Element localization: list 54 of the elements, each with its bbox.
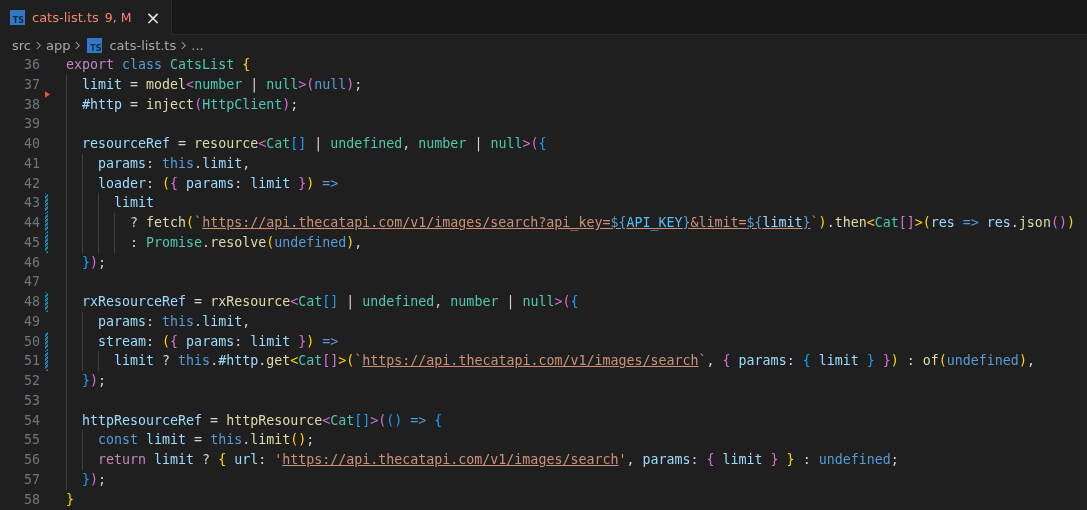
- line-number: 58: [23, 490, 40, 509]
- line-number: 38: [23, 95, 40, 114]
- code-line: return limit ? { url: 'https://api.thecatapi.com/v1/images/search', params: { limit } } : undefined;: [97, 452, 899, 467]
- breadcrumb-item[interactable]: src: [12, 37, 31, 53]
- line-number: 54: [23, 411, 40, 430]
- line-number: 50: [23, 332, 40, 351]
- line-number: 52: [23, 372, 40, 390]
- chevron-icon: [180, 39, 188, 51]
- code-line: params: this.limit,: [97, 313, 251, 329]
- code-line: : Promise.resolve(undefined),: [129, 234, 363, 250]
- line-number: 39: [23, 115, 40, 134]
- line-number: 46: [23, 253, 40, 272]
- line-number: 48: [23, 293, 40, 311]
- line-number: 40: [23, 135, 40, 153]
- line-number: 44: [23, 214, 40, 232]
- line-number: 55: [23, 431, 40, 450]
- close-icon[interactable]: ×: [145, 8, 161, 27]
- line-number: 41: [23, 154, 40, 173]
- chevron-icon: [35, 39, 42, 51]
- code-line: #http = inject(HttpClient);: [81, 96, 299, 112]
- code-line: limit: [113, 195, 155, 211]
- code-line: });: [81, 471, 107, 487]
- line-number: 57: [23, 470, 40, 489]
- file-type-icon: TS: [87, 37, 103, 53]
- code-line: httpResourceRef = httpResource<Cat[]>(() => {: [81, 412, 443, 428]
- line-number: 53: [23, 391, 40, 410]
- breadcrumb-item[interactable]: ...: [191, 37, 204, 53]
- file-type-icon: TS: [10, 10, 25, 25]
- line-number: 42: [23, 174, 40, 193]
- breadcrumb-item[interactable]: app: [46, 37, 71, 53]
- code-line: stream: ({ params: limit }) =>: [97, 333, 339, 349]
- code-line: limit ? this.#http.get<Cat[]>(`https://api.thecatapi.com/v1/images/search`, { params: { limit } }) : of(undefined),: [113, 353, 1035, 369]
- code-line: export class CatsList {: [66, 57, 251, 72]
- code-line: loader: ({ params: limit }) =>: [97, 175, 339, 191]
- editor-tab[interactable]: TS cats-list.ts 9, M ×: [0, 0, 172, 35]
- code-line: }: [66, 491, 74, 507]
- line-number: 45: [23, 233, 40, 252]
- code-line: });: [81, 254, 107, 270]
- line-number: 49: [23, 312, 40, 331]
- code-line: rxResourceRef = rxResource<Cat[] | undefined, number | null>({: [81, 294, 579, 309]
- line-number: 36: [23, 56, 40, 74]
- code-line: resourceRef = resource<Cat[] | undefined, number | null>({: [81, 136, 547, 151]
- code-line: limit = model<number | null>(null);: [81, 76, 363, 92]
- code-line: params: this.limit,: [97, 155, 251, 171]
- code-line: ? fetch(`https://api.thecatapi.com/v1/images/search?api_key=${API_KEY}&limit=${limit}`).then<Cat[]>(res => res.json()): [129, 215, 1075, 230]
- code-line: });: [81, 373, 107, 388]
- line-number: 51: [23, 352, 40, 371]
- chevron-icon: [74, 39, 82, 51]
- line-number: 56: [23, 451, 40, 469]
- line-number: 43: [23, 194, 40, 213]
- line-number: 47: [23, 273, 40, 292]
- code-line: const limit = this.limit();: [97, 432, 315, 448]
- breadcrumb-item[interactable]: cats-list.ts: [109, 37, 177, 53]
- line-number: 37: [23, 75, 40, 94]
